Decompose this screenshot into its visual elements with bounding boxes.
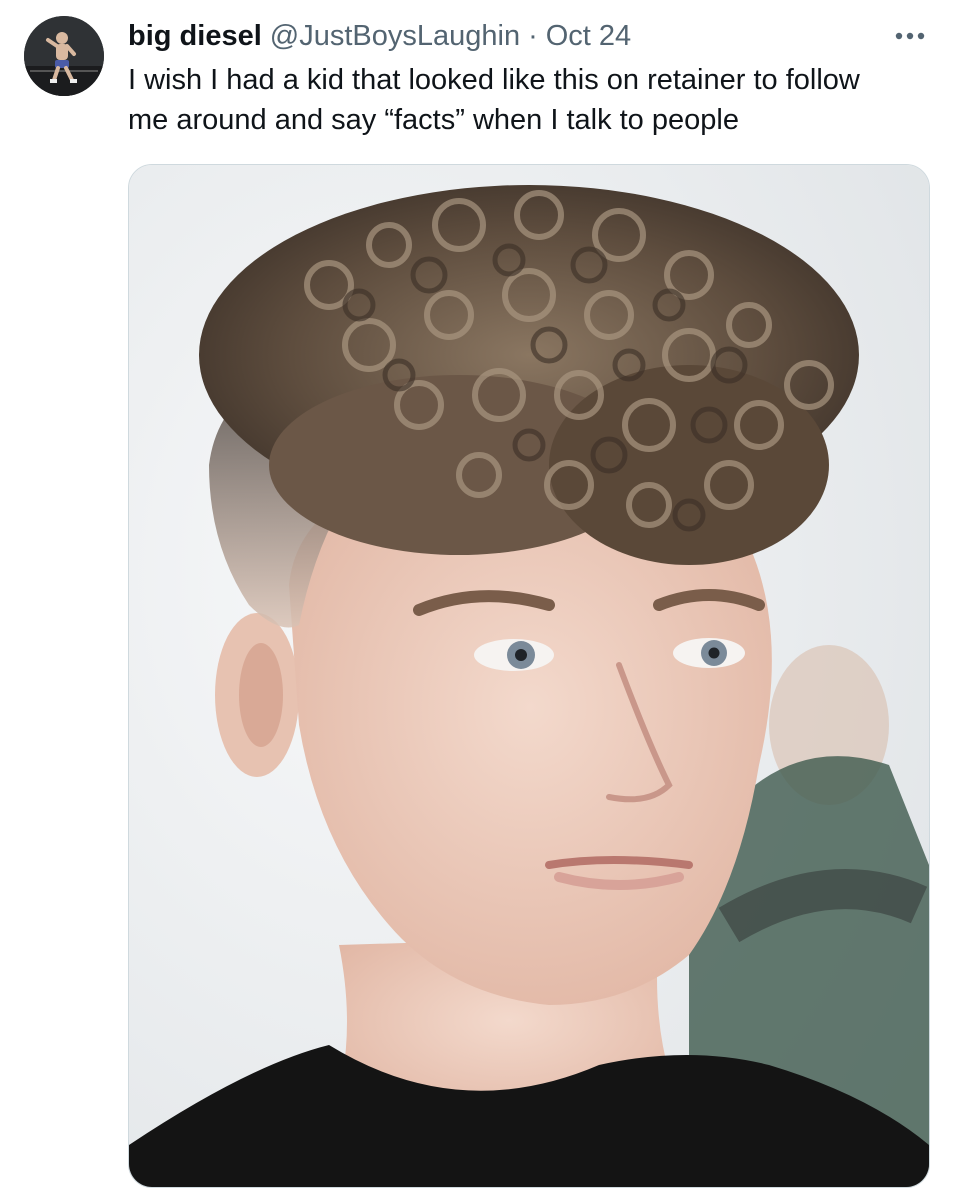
author-display-name[interactable]: big diesel: [128, 18, 262, 54]
tweet-media-photo[interactable]: [128, 164, 930, 1188]
more-button[interactable]: [892, 20, 928, 52]
author-handle[interactable]: @JustBoysLaughin: [270, 18, 520, 54]
more-horizontal-icon: [895, 32, 925, 40]
avatar[interactable]: [24, 16, 104, 96]
tweet-header: big diesel @JustBoysLaughin · Oct 24: [128, 18, 631, 54]
tweet: big diesel @JustBoysLaughin · Oct 24 I w…: [0, 0, 954, 1198]
separator-dot: ·: [528, 20, 538, 52]
photo-image: [129, 165, 929, 1187]
tweet-text: I wish I had a kid that looked like this…: [128, 64, 860, 136]
tweet-date[interactable]: Oct 24: [546, 18, 631, 54]
avatar-image: [24, 16, 104, 96]
